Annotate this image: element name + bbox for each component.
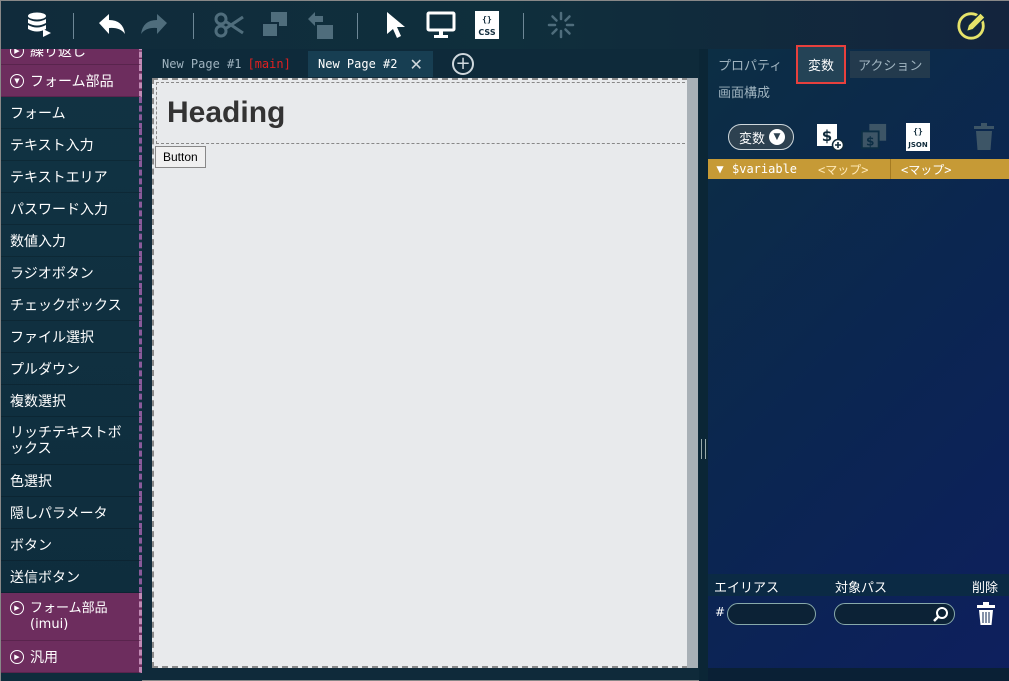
- palette-item-richtext[interactable]: リッチテキストボックス: [1, 417, 142, 465]
- tab-layout[interactable]: 画面構成: [710, 78, 778, 105]
- preview-monitor-icon[interactable]: [425, 9, 457, 41]
- add-variable-icon[interactable]: $: [816, 123, 844, 151]
- palette-item-multiselect[interactable]: 複数選択: [1, 385, 142, 417]
- button-element[interactable]: Button: [155, 146, 206, 168]
- palette-item-textarea[interactable]: テキストエリア: [1, 161, 142, 193]
- tab-variables[interactable]: 変数: [796, 45, 847, 84]
- triangle-down-icon[interactable]: ▼: [708, 162, 732, 176]
- canvas-scrollbar[interactable]: [687, 78, 698, 668]
- palette-category-general[interactable]: ▶ 汎用: [1, 641, 142, 673]
- alias-table-header: エイリアス 対象パス 削除: [708, 574, 1009, 596]
- palette-item-number[interactable]: 数値入力: [1, 225, 142, 257]
- svg-text:JSON: JSON: [907, 141, 928, 149]
- trash-icon[interactable]: [970, 123, 998, 151]
- palette-item-text-input[interactable]: テキスト入力: [1, 129, 142, 161]
- palette-category-form-imui[interactable]: ▶ フォーム部品 (imui): [1, 593, 142, 641]
- panel-splitter[interactable]: [699, 49, 708, 681]
- chevron-down-icon: ▼: [769, 129, 786, 145]
- loading-icon: [545, 9, 577, 41]
- collapse-circle-icon: ▼: [10, 73, 24, 88]
- palette-item-submit[interactable]: 送信ボタン: [1, 561, 142, 593]
- tab-new-page-2[interactable]: New Page #2 ✕: [308, 51, 433, 77]
- design-canvas[interactable]: Heading Button: [152, 78, 698, 668]
- expand-circle-icon: ▶: [10, 601, 24, 615]
- svg-text:$: $: [822, 127, 832, 145]
- edit-pencil-icon[interactable]: [956, 9, 988, 41]
- component-palette: ▶ 繰り返し ▼ フォーム部品 フォーム テキスト入力 テキストエリア パスワード入…: [1, 49, 142, 681]
- palette-item-file[interactable]: ファイル選択: [1, 321, 142, 353]
- alias-input[interactable]: [727, 603, 816, 625]
- copy-icon[interactable]: [259, 9, 291, 41]
- alias-row: #: [708, 598, 1009, 628]
- palette-item-password[interactable]: パスワード入力: [1, 193, 142, 225]
- svg-text:{}: {}: [913, 127, 923, 136]
- delete-alias-icon[interactable]: [976, 602, 996, 630]
- close-icon[interactable]: ✕: [409, 55, 422, 74]
- svg-text:$: $: [866, 134, 874, 148]
- database-icon[interactable]: [23, 9, 55, 41]
- palette-item-pulldown[interactable]: プルダウン: [1, 353, 142, 385]
- palette-category-form-parts[interactable]: ▼ フォーム部品: [1, 65, 142, 97]
- css-icon[interactable]: {} CSS: [471, 9, 503, 41]
- heading-text: Heading: [167, 96, 286, 129]
- palette-category-loop[interactable]: ▶ 繰り返し: [1, 49, 142, 65]
- expand-circle-icon: ▶: [10, 649, 24, 664]
- palette-item-color[interactable]: 色選択: [1, 465, 142, 497]
- json-icon[interactable]: {} JSON: [904, 123, 932, 151]
- heading-element[interactable]: Heading: [156, 82, 690, 144]
- main-toolbar: {} CSS: [1, 1, 1009, 49]
- select-cursor-icon[interactable]: [379, 9, 411, 41]
- tab-actions[interactable]: アクション: [850, 51, 931, 78]
- css-braces: {}: [482, 15, 492, 24]
- palette-item-button[interactable]: ボタン: [1, 529, 142, 561]
- variable-type-dropdown[interactable]: 変数 ▼: [728, 124, 795, 150]
- palette-item-checkbox[interactable]: チェックボックス: [1, 289, 142, 321]
- tab-properties[interactable]: プロパティ: [710, 51, 790, 78]
- page-tabbar: New Page #1 [main] New Page #2 ✕ +: [142, 49, 699, 77]
- variable-row[interactable]: ▼ $variable <マップ> <マップ>: [708, 159, 1009, 179]
- add-tab-icon[interactable]: +: [452, 53, 474, 75]
- tab-new-page-1[interactable]: New Page #1 [main]: [152, 51, 301, 77]
- cut-icon[interactable]: [213, 9, 245, 41]
- palette-item-radio[interactable]: ラジオボタン: [1, 257, 142, 289]
- undo-icon[interactable]: [95, 9, 127, 41]
- copy-variable-icon[interactable]: $: [860, 123, 888, 151]
- search-icon: [933, 607, 948, 622]
- palette-item-hidden[interactable]: 隠しパラメータ: [1, 497, 142, 529]
- right-panel: プロパティ 変数 アクション 画面構成 変数 ▼ $ $ {} JSON ▼ $va…: [708, 45, 1009, 681]
- paste-icon[interactable]: [305, 9, 337, 41]
- expand-circle-icon: ▶: [10, 49, 24, 58]
- redo-icon[interactable]: [139, 9, 171, 41]
- target-path-input[interactable]: [834, 603, 955, 625]
- palette-item-form[interactable]: フォーム: [1, 97, 142, 129]
- css-label: CSS: [478, 28, 495, 37]
